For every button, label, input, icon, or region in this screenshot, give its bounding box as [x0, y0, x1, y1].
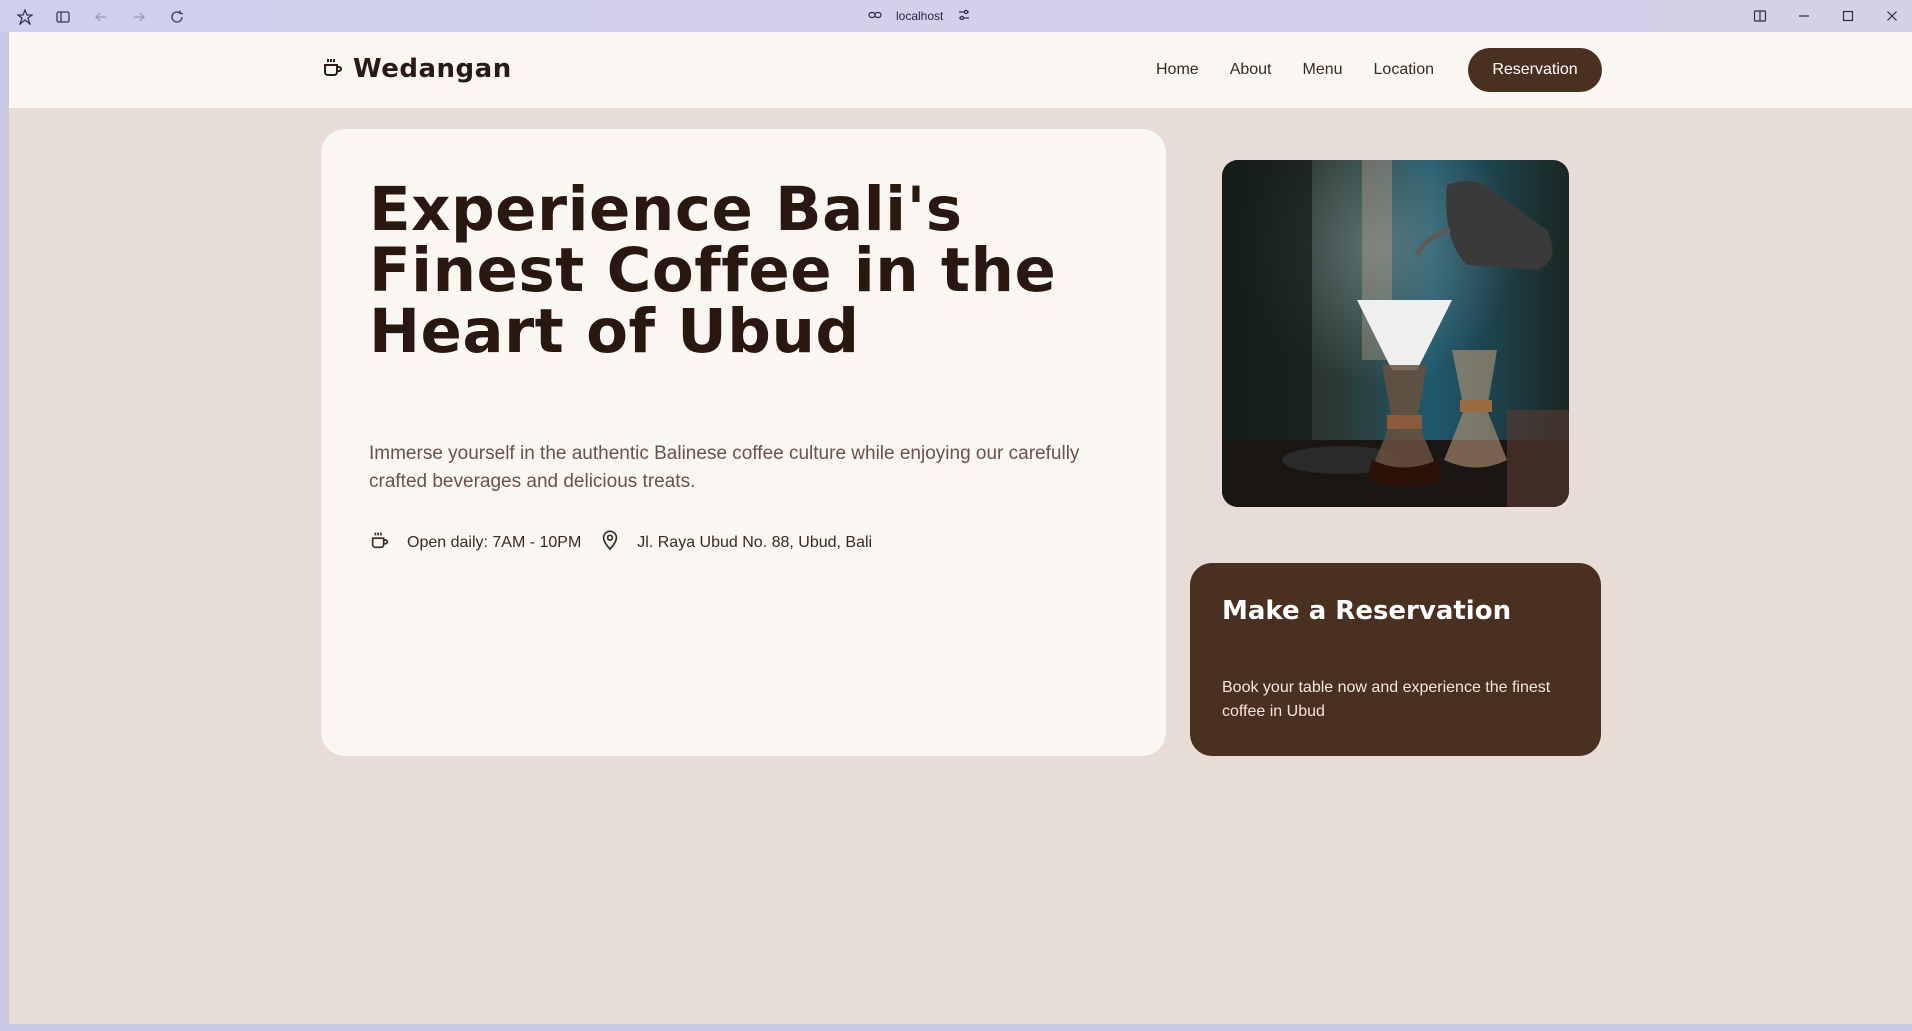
hero-subtitle: Immerse yourself in the authentic Baline… — [369, 443, 1080, 492]
nav-link-about[interactable]: About — [1230, 61, 1272, 79]
back-arrow-icon[interactable] — [90, 6, 112, 28]
coffee-cup-icon — [369, 529, 391, 556]
map-pin-icon — [599, 529, 621, 556]
opening-hours-text: Open daily: 7AM - 10PM — [407, 533, 582, 551]
nav-link-location[interactable]: Location — [1374, 61, 1435, 79]
site-navbar: Wedangan Home About Menu Location Reserv… — [9, 32, 1912, 108]
window-controls — [1748, 5, 1904, 27]
reservation-card[interactable]: Make a Reservation Book your table now a… — [1190, 563, 1601, 756]
opening-hours: Open daily: 7AM - 10PM — [369, 529, 581, 556]
sidebar-toggle-icon[interactable] — [52, 6, 74, 28]
address-text: Jl. Raya Ubud No. 88, Ubud, Bali — [637, 533, 873, 551]
split-view-icon[interactable] — [1748, 5, 1772, 27]
hero-info-row: Open daily: 7AM - 10PM Jl. Raya Ubud No.… — [369, 529, 872, 556]
hero-title: Experience Bali's Finest Coffee in the H… — [369, 174, 1057, 367]
coffee-cup-icon — [321, 55, 345, 84]
address-bar[interactable]: localhost — [868, 6, 971, 26]
minimize-icon[interactable] — [1792, 5, 1816, 27]
brand-name: Wedangan — [353, 54, 512, 84]
reservation-card-title: Make a Reservation — [1222, 596, 1512, 626]
forward-arrow-icon[interactable] — [128, 6, 150, 28]
browser-logo-icon[interactable] — [14, 6, 36, 28]
browser-chrome: localhost — [0, 0, 1912, 32]
nav-links: Home About Menu Location — [1156, 61, 1434, 79]
address: Jl. Raya Ubud No. 88, Ubud, Bali — [599, 529, 872, 556]
reservation-card-text: Book your table now and experience the f… — [1222, 679, 1551, 720]
reload-icon[interactable] — [166, 6, 188, 28]
hero-card: Experience Bali's Finest Coffee in the H… — [321, 129, 1166, 756]
page-viewport: Wedangan Home About Menu Location Reserv… — [9, 32, 1912, 1024]
site-settings-icon[interactable] — [957, 8, 971, 25]
brand-logo[interactable]: Wedangan — [321, 54, 512, 84]
browser-toolbar-left — [14, 6, 188, 28]
coffee-pour-over-image — [1222, 160, 1569, 507]
close-icon[interactable] — [1880, 5, 1904, 27]
link-icon — [868, 8, 882, 25]
address-text[interactable]: localhost — [896, 9, 943, 23]
maximize-icon[interactable] — [1836, 5, 1860, 27]
reservation-button[interactable]: Reservation — [1468, 48, 1602, 92]
nav-link-menu[interactable]: Menu — [1303, 61, 1343, 79]
nav-link-home[interactable]: Home — [1156, 61, 1199, 79]
